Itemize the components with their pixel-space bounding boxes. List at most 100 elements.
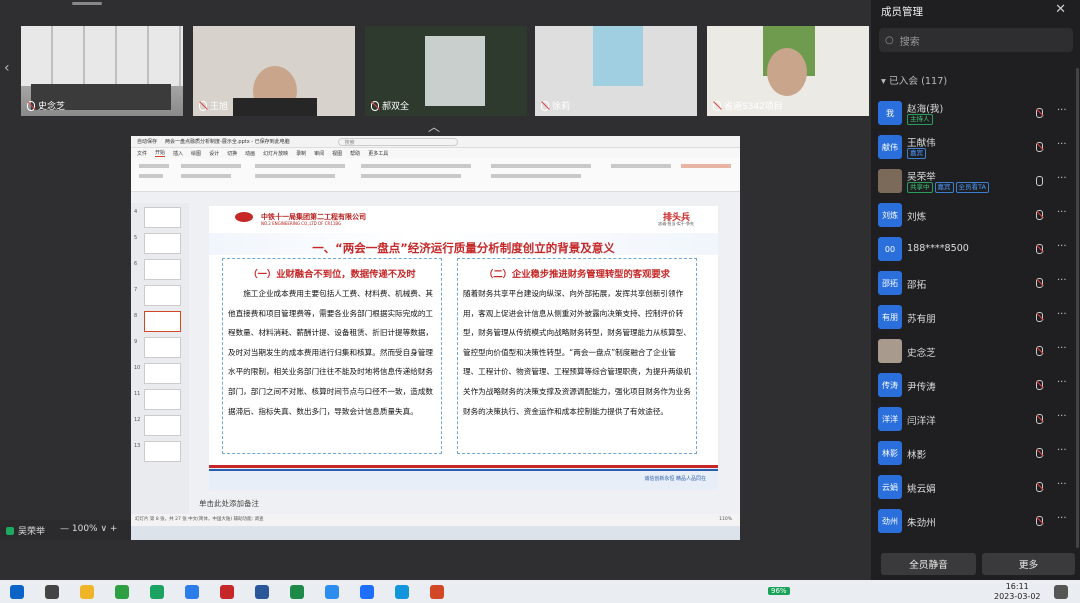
member-search-input[interactable]: ○ 搜索 (879, 28, 1073, 52)
menu-help[interactable]: 帮助 (350, 150, 360, 157)
battery-indicator[interactable]: 96% (768, 587, 790, 595)
mic-muted-icon[interactable] (1036, 312, 1043, 322)
slide-thumbnail[interactable] (144, 389, 181, 410)
slide-thumbnail[interactable] (144, 337, 181, 358)
menu-record[interactable]: 录制 (296, 150, 306, 157)
member-row[interactable]: 传涛 尹传涛 ··· (871, 371, 1080, 401)
more-button[interactable]: 更多 (982, 553, 1075, 575)
more-icon[interactable]: ··· (1057, 479, 1067, 490)
mute-all-button[interactable]: 全员静音 (881, 553, 976, 575)
more-icon[interactable]: ··· (1057, 241, 1067, 252)
more-icon[interactable]: ··· (1057, 207, 1067, 218)
collapse-strip-icon[interactable]: ︿ (428, 118, 440, 135)
edge-icon[interactable] (150, 585, 164, 599)
member-row[interactable]: 献伟 王献伟 嘉宾 ··· (871, 133, 1080, 163)
member-row[interactable]: 林影 林影 ··· (871, 439, 1080, 469)
more-icon[interactable]: ··· (1057, 309, 1067, 320)
mic-muted-icon[interactable] (1036, 346, 1043, 356)
mic-muted-icon[interactable] (1036, 448, 1043, 458)
menu-view[interactable]: 视图 (332, 150, 342, 157)
more-icon[interactable]: ··· (1057, 173, 1067, 184)
menu-insert[interactable]: 插入 (173, 150, 183, 157)
slide-thumbnail[interactable] (144, 441, 181, 462)
browser-icon[interactable] (115, 585, 129, 599)
wps-sheet-icon[interactable] (290, 585, 304, 599)
member-row[interactable]: 史念芝 ··· (871, 337, 1080, 367)
member-row[interactable]: 00 188****8500 ··· (871, 235, 1080, 265)
clock[interactable]: 16:11 2023-03-02 (994, 582, 1041, 602)
ppt-zoom[interactable]: 110% (719, 514, 732, 526)
member-row[interactable]: 我 赵海(我) 主持人 ··· (871, 99, 1080, 129)
ie-icon[interactable] (185, 585, 199, 599)
member-row[interactable]: 吴荣举 共享中 嘉宾 全员看TA ··· (871, 167, 1080, 197)
drag-handle[interactable] (72, 2, 102, 5)
more-icon[interactable]: ··· (1057, 377, 1067, 388)
slide-thumbnail[interactable] (144, 285, 181, 306)
ppt-search-input[interactable]: 搜索 (337, 137, 458, 146)
slide-canvas[interactable]: 中铁十一局集团第二工程有限公司 NO.2 ENGINEERING CO.,LTD… (209, 206, 718, 490)
more-icon[interactable]: ··· (1057, 105, 1067, 116)
member-row[interactable]: 云娟 姚云娟 ··· (871, 473, 1080, 503)
menu-review[interactable]: 审阅 (314, 150, 324, 157)
menu-file[interactable]: 文件 (137, 150, 147, 157)
mic-muted-icon[interactable] (1036, 210, 1043, 220)
file-explorer-icon[interactable] (80, 585, 94, 599)
word-icon[interactable] (255, 585, 269, 599)
mic-muted-icon[interactable] (1036, 142, 1043, 152)
slide-thumbnail[interactable] (144, 415, 181, 436)
mic-muted-icon[interactable] (1036, 516, 1043, 526)
feishu-icon[interactable] (325, 585, 339, 599)
zoom-control[interactable]: — 100% ∨ + (60, 524, 117, 534)
slide-thumbnail[interactable] (144, 207, 181, 228)
video-tile[interactable]: 徐莉 (535, 26, 697, 116)
more-icon[interactable]: ··· (1057, 343, 1067, 354)
member-row[interactable]: 有朋 苏有朋 ··· (871, 303, 1080, 333)
menu-slideshow[interactable]: 幻灯片放映 (263, 150, 288, 157)
group-header[interactable]: ▾ 已入会 (117) (881, 73, 947, 87)
video-tile[interactable]: 郝双全 (365, 26, 527, 116)
slide-thumbnail[interactable] (144, 259, 181, 280)
more-icon[interactable]: ··· (1057, 411, 1067, 422)
participant-name: 徐莉 (541, 99, 570, 112)
tencent-meeting-icon[interactable] (360, 585, 374, 599)
crcc-app-icon[interactable] (220, 585, 234, 599)
notes-pane[interactable]: 单击此处添加备注 (199, 498, 259, 509)
menu-animations[interactable]: 动画 (245, 150, 255, 157)
notification-icon[interactable] (1054, 585, 1068, 599)
menu-home[interactable]: 开始 (155, 149, 166, 157)
menu-more-tools[interactable]: 更多工具 (368, 150, 388, 157)
member-row[interactable]: 洋洋 闫洋洋 ··· (871, 405, 1080, 435)
menu-transitions[interactable]: 切换 (227, 150, 237, 157)
menu-design[interactable]: 设计 (209, 150, 219, 157)
more-icon[interactable]: ··· (1057, 275, 1067, 286)
video-tile[interactable]: 省道S342项目 (707, 26, 869, 116)
person (767, 48, 807, 96)
video-tile[interactable]: 史念芝 (21, 26, 183, 116)
strip-prev-icon[interactable]: ‹ (4, 60, 10, 76)
member-row[interactable]: 劲州 朱劲州 ··· (871, 507, 1080, 537)
mic-icon[interactable] (1036, 176, 1043, 186)
more-icon[interactable]: ··· (1057, 445, 1067, 456)
mic-muted-icon[interactable] (1036, 482, 1043, 492)
powerpoint-icon[interactable] (430, 585, 444, 599)
mic-muted-icon[interactable] (1036, 244, 1043, 254)
more-icon[interactable]: ··· (1057, 139, 1067, 150)
video-tile[interactable]: 王旭 (193, 26, 355, 116)
slide-thumbnail-selected[interactable] (144, 311, 181, 332)
member-row[interactable]: 邵拓 邵拓 ··· (871, 269, 1080, 299)
mic-muted-icon[interactable] (1036, 380, 1043, 390)
start-icon[interactable] (10, 585, 24, 599)
slide-thumbnail[interactable] (144, 233, 181, 254)
search-icon: ○ (885, 34, 894, 46)
task-view-icon[interactable] (45, 585, 59, 599)
member-panel: 成员管理 ✕ ○ 搜索 ▾ 已入会 (117) 我 赵海(我) 主持人 ··· 献… (871, 0, 1080, 580)
slide-thumbnail[interactable] (144, 363, 181, 384)
more-icon[interactable]: ··· (1057, 513, 1067, 524)
mic-muted-icon[interactable] (1036, 414, 1043, 424)
app-icon[interactable] (395, 585, 409, 599)
menu-draw[interactable]: 绘图 (191, 150, 201, 157)
close-icon[interactable]: ✕ (1055, 2, 1066, 17)
member-row[interactable]: 刘炼 刘炼 ··· (871, 201, 1080, 231)
mic-muted-icon[interactable] (1036, 108, 1043, 118)
mic-muted-icon[interactable] (1036, 278, 1043, 288)
